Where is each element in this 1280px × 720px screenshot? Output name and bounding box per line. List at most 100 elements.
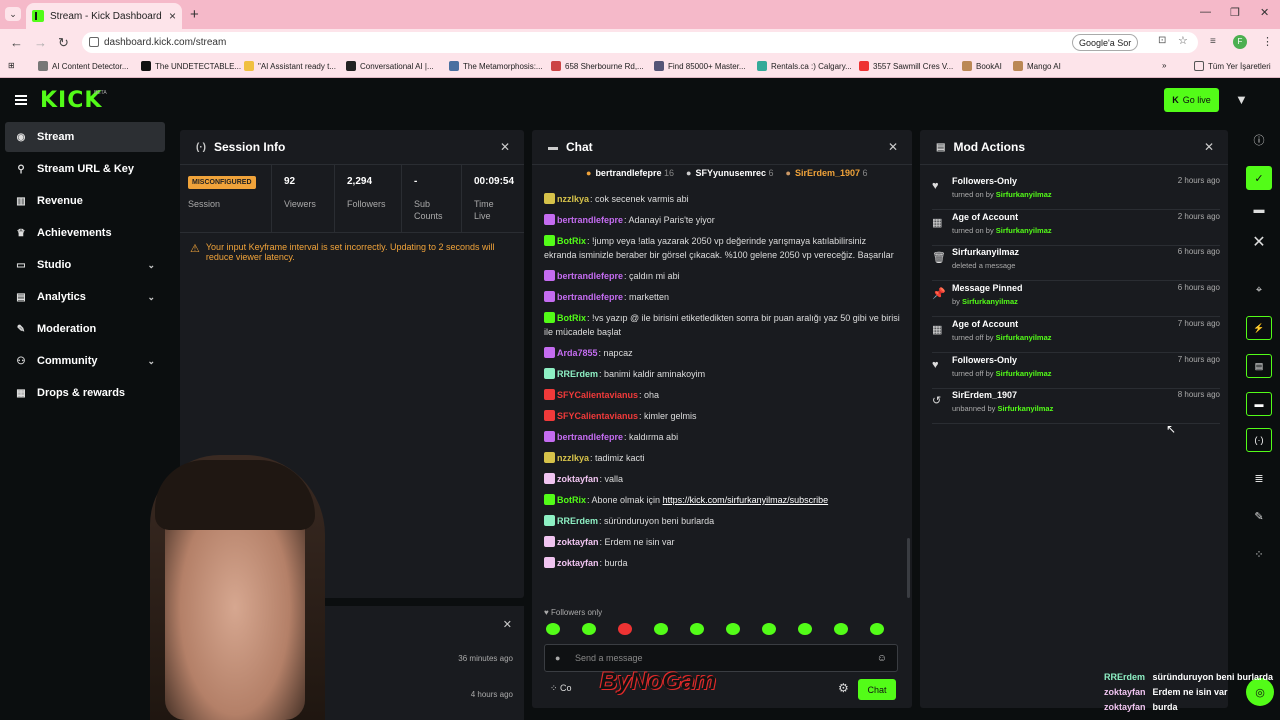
more-bookmarks-icon[interactable]: » bbox=[1162, 61, 1166, 70]
chat-username[interactable]: RRErdem bbox=[557, 516, 598, 526]
sidebar-item-stream-url[interactable]: ⚲ Stream URL & Key bbox=[5, 154, 165, 184]
extensions-icon[interactable]: ≡ bbox=[1210, 36, 1216, 47]
broadcast-icon[interactable]: (·) bbox=[1246, 428, 1272, 452]
notes-icon[interactable]: ▤ bbox=[1246, 354, 1272, 378]
chat-username[interactable]: BotRix bbox=[557, 313, 586, 323]
subscribe-link[interactable]: https://kick.com/sirfurkanyilmaz/subscri… bbox=[663, 495, 829, 505]
bookmark-item[interactable]: The UNDETECTABLE... bbox=[141, 61, 241, 71]
emote-icon[interactable] bbox=[690, 623, 704, 635]
chat-username[interactable]: zoktayfan bbox=[557, 474, 599, 484]
site-info-icon[interactable] bbox=[89, 37, 99, 47]
sidebar-item-analytics[interactable]: ▤ Analytics ⌄ bbox=[5, 282, 165, 312]
close-icon[interactable]: ✕ bbox=[503, 618, 512, 631]
top-chatter[interactable]: ● SFYyunusemrec 6 bbox=[686, 168, 774, 178]
emote-icon[interactable] bbox=[546, 623, 560, 635]
top-chatter[interactable]: ● bertrandlefepre 16 bbox=[586, 168, 674, 178]
close-icon[interactable]: ✕ bbox=[1246, 230, 1272, 254]
translate-icon[interactable]: ⊡ bbox=[1158, 35, 1166, 46]
tab-stream[interactable]: Stream - Kick Dashboard × bbox=[26, 3, 182, 29]
minimize-button[interactable]: — bbox=[1200, 6, 1211, 18]
emote-icon[interactable] bbox=[870, 623, 884, 635]
community-points-icon[interactable]: ⁘ Co bbox=[550, 683, 572, 694]
gear-icon[interactable]: ⚙ bbox=[838, 681, 849, 695]
chat-message: SFYCalientavianus: oha bbox=[544, 388, 900, 402]
reload-icon[interactable]: ↻ bbox=[58, 35, 69, 51]
forward-icon[interactable]: → bbox=[34, 35, 47, 50]
sidebar-item-achievements[interactable]: ♛ Achievements bbox=[5, 218, 165, 248]
bookmark-item[interactable]: Find 85000+ Master... bbox=[654, 61, 746, 71]
bookmark-item[interactable]: AI Content Detector... bbox=[38, 61, 128, 71]
restore-button[interactable]: ❐ bbox=[1230, 6, 1240, 19]
chat-username[interactable]: RRErdem bbox=[557, 369, 598, 379]
emote-icon[interactable] bbox=[618, 623, 632, 635]
menu-toggle-icon[interactable] bbox=[15, 95, 27, 105]
info-icon[interactable]: ⓘ bbox=[1246, 128, 1272, 152]
new-tab-button[interactable]: + bbox=[190, 6, 199, 23]
chat-username[interactable]: zoktayfan bbox=[557, 558, 599, 568]
chat-username[interactable]: bertrandlefepre bbox=[557, 432, 623, 442]
chat-username[interactable]: bertrandlefepre bbox=[557, 271, 623, 281]
chat-username[interactable]: bertrandlefepre bbox=[557, 215, 623, 225]
url-input[interactable]: dashboard.kick.com/stream Google'a Sor ⊡… bbox=[82, 32, 1198, 53]
close-window-button[interactable]: ✕ bbox=[1260, 6, 1269, 19]
target-icon[interactable]: ⌖ bbox=[1246, 278, 1272, 302]
sidebar-item-moderation[interactable]: ✎ Moderation bbox=[5, 314, 165, 344]
profile-avatar[interactable]: F bbox=[1233, 35, 1247, 49]
emote-icon[interactable] bbox=[762, 623, 776, 635]
lightning-icon[interactable]: ⚡ bbox=[1246, 316, 1272, 340]
sidebar-item-stream[interactable]: ◉ Stream bbox=[5, 122, 165, 152]
chat-username[interactable]: bertrandlefepre bbox=[557, 292, 623, 302]
sidebar-item-community[interactable]: ⚇ Community ⌄ bbox=[5, 346, 165, 376]
bookmark-item[interactable]: Rentals.ca :) Calgary... bbox=[757, 61, 852, 71]
bookmark-item[interactable]: The Metamorphosis:... bbox=[449, 61, 543, 71]
emote-icon[interactable] bbox=[798, 623, 812, 635]
mod-actions-panel: ▤ Mod Actions ✕ ♥ Followers-Only turned on … bbox=[920, 130, 1228, 708]
close-tab-icon[interactable]: × bbox=[169, 9, 176, 23]
menu-icon[interactable]: ⋮ bbox=[1262, 35, 1273, 48]
close-icon[interactable]: ✕ bbox=[500, 140, 510, 154]
star-icon[interactable]: ☆ bbox=[1178, 34, 1188, 47]
sidebar-item-drops[interactable]: ▦ Drops & rewards bbox=[5, 378, 165, 408]
chat-scrollbar[interactable] bbox=[907, 538, 910, 598]
bookmark-item[interactable]: Mango AI bbox=[1013, 61, 1061, 71]
top-chatter[interactable]: ● SirErdem_1907 6 bbox=[786, 168, 868, 178]
send-chat-button[interactable]: Chat bbox=[858, 679, 896, 700]
bookmark-item[interactable]: "AI Assistant ready t... bbox=[244, 61, 336, 71]
chat-username[interactable]: zoktayfan bbox=[557, 537, 599, 547]
chat-username[interactable]: SFYCalientavianus bbox=[557, 390, 638, 400]
tab-search-button[interactable]: ⌄ bbox=[5, 7, 21, 21]
chat-username[interactable]: nzzlkya bbox=[557, 194, 589, 204]
check-icon[interactable]: ✓ bbox=[1246, 166, 1272, 190]
chat-username[interactable]: nzzlkya bbox=[557, 453, 589, 463]
share-icon[interactable]: ⁘ bbox=[1246, 542, 1272, 566]
chat-username[interactable]: SFYCalientavianus bbox=[557, 411, 638, 421]
back-icon[interactable]: ← bbox=[10, 35, 23, 50]
bookmark-item[interactable]: 3557 Sawmill Cres V... bbox=[859, 61, 953, 71]
go-live-button[interactable]: K Go live bbox=[1164, 88, 1219, 112]
bookmark-item[interactable]: 658 Sherbourne Rd,... bbox=[551, 61, 644, 71]
chat-username[interactable]: BotRix bbox=[557, 495, 586, 505]
emote-icon[interactable] bbox=[654, 623, 668, 635]
creator-logo-icon[interactable]: ▼ bbox=[1235, 92, 1248, 107]
bookmark-item[interactable]: BookAI bbox=[962, 61, 1002, 71]
emote-icon[interactable] bbox=[726, 623, 740, 635]
chat-icon[interactable]: ▬ bbox=[1246, 392, 1272, 416]
chat-username[interactable]: Arda7855 bbox=[557, 348, 598, 358]
sidebar-item-revenue[interactable]: ▥ Revenue bbox=[5, 186, 165, 216]
layout-icon[interactable]: ▬ bbox=[1246, 198, 1272, 222]
bookmark-item[interactable]: Conversational AI |... bbox=[346, 61, 434, 71]
chat-username[interactable]: BotRix bbox=[557, 236, 586, 246]
emote-icon[interactable] bbox=[834, 623, 848, 635]
emote-icon[interactable] bbox=[582, 623, 596, 635]
close-icon[interactable]: ✕ bbox=[888, 140, 898, 154]
all-bookmarks[interactable]: Tüm Yer İşaretleri bbox=[1194, 61, 1271, 71]
google-sor-button[interactable]: Google'a Sor bbox=[1072, 34, 1139, 51]
stack-icon[interactable]: ≣ bbox=[1246, 466, 1272, 490]
sidebar-item-studio[interactable]: ▭ Studio ⌄ bbox=[5, 250, 165, 280]
emoji-icon[interactable]: ☺ bbox=[877, 653, 887, 664]
apps-icon[interactable]: ⊞ bbox=[8, 61, 15, 70]
close-icon[interactable]: ✕ bbox=[1204, 140, 1214, 154]
badge-icon bbox=[544, 431, 555, 442]
chat-message-input[interactable]: ● Send a message ☺ bbox=[544, 644, 898, 672]
wrench-icon[interactable]: ✎ bbox=[1246, 504, 1272, 528]
